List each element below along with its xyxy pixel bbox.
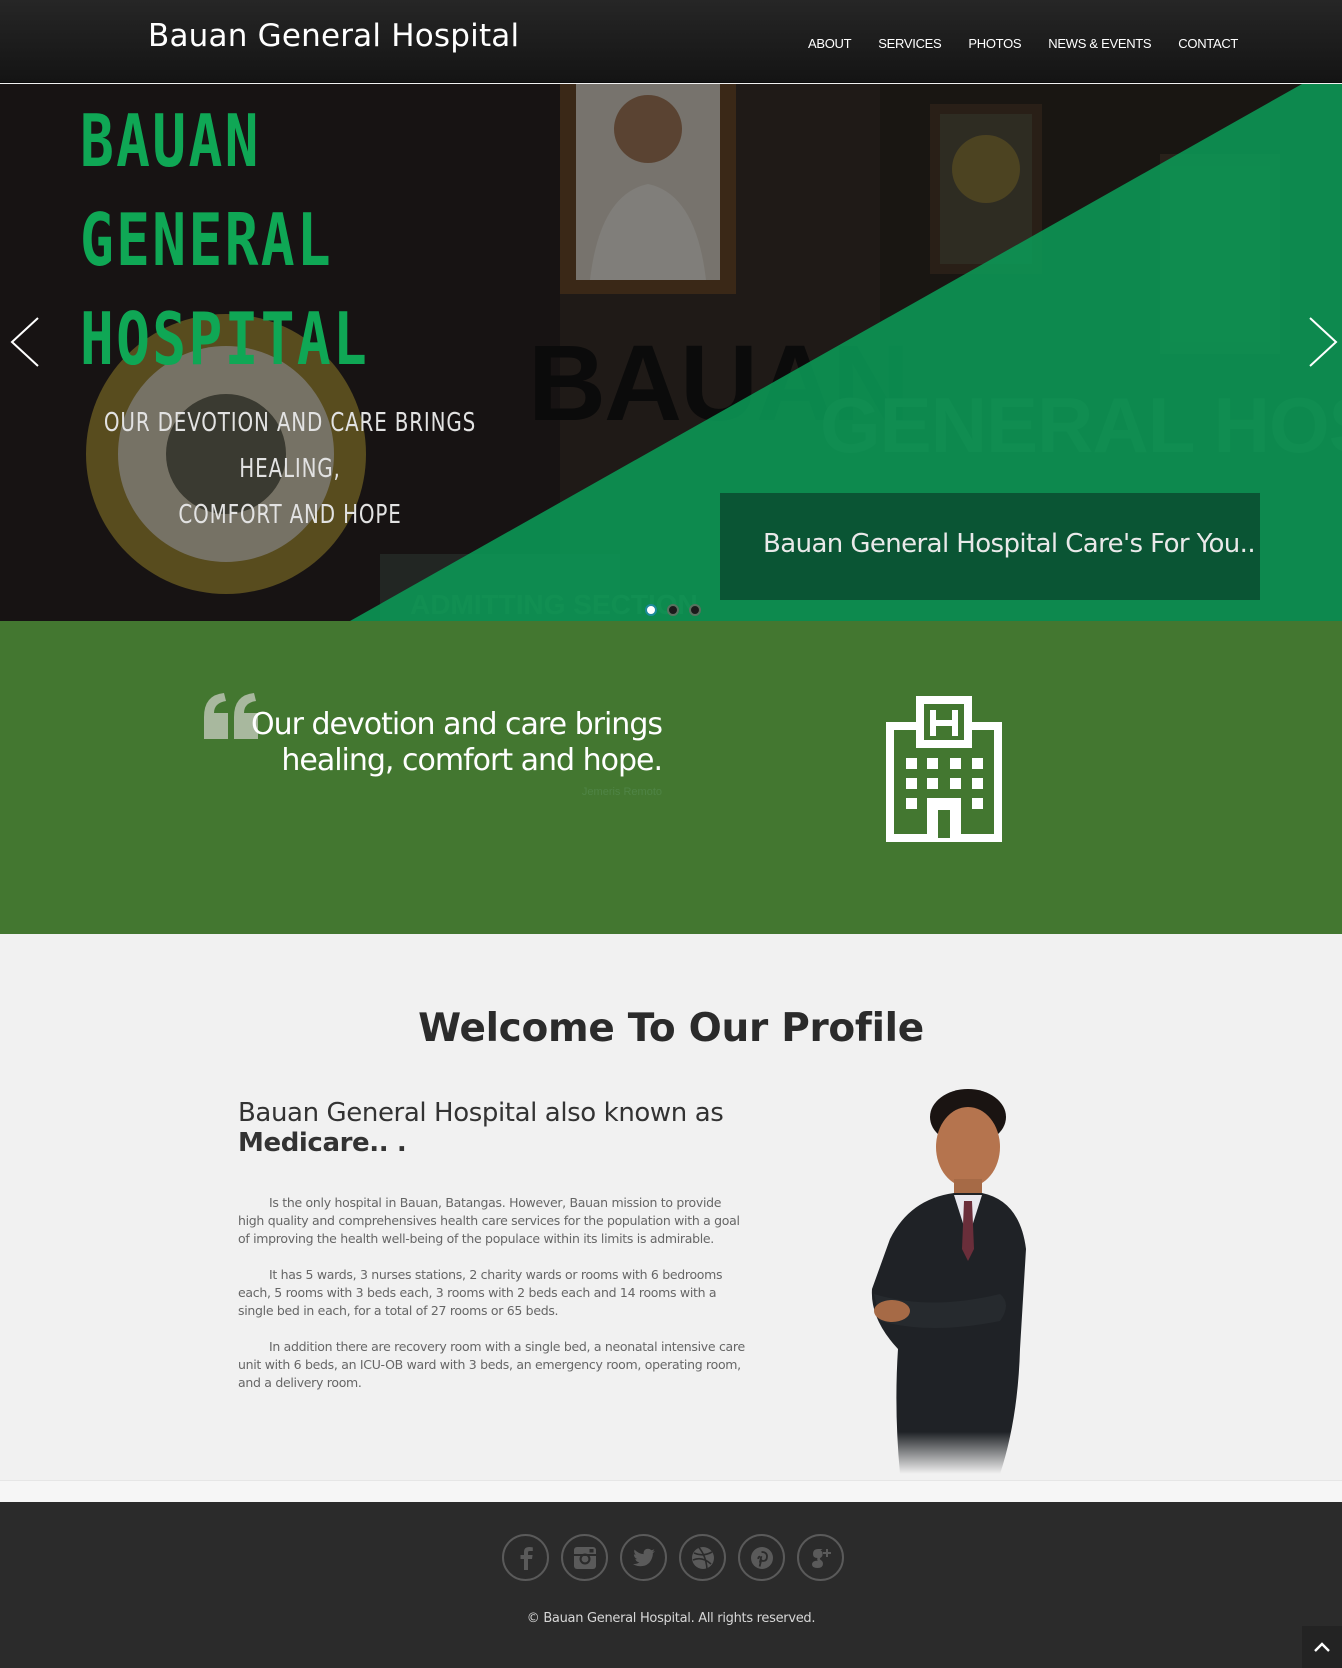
- slider-dots: [645, 604, 701, 616]
- director-portrait-image: [871, 1089, 1026, 1474]
- footer: © Bauan General Hospital. All rights res…: [0, 1502, 1342, 1668]
- profile-body: Is the only hospital in Bauan, Batangas.…: [238, 1194, 748, 1410]
- profile-section: Welcome To Our Profile Bauan General Hos…: [0, 934, 1342, 1480]
- scroll-to-top-button[interactable]: [1302, 1626, 1342, 1668]
- dribbble-icon[interactable]: [679, 1534, 726, 1581]
- slider-dot-1[interactable]: [645, 604, 657, 616]
- social-links: [502, 1534, 844, 1581]
- hero-title: BAUAN GENERAL HOSPITAL: [80, 92, 423, 389]
- slider-dot-3[interactable]: [689, 604, 701, 616]
- slider-prev-icon[interactable]: [8, 314, 42, 370]
- brand-logo-link[interactable]: Bauan General Hospital: [148, 18, 519, 54]
- hero-tagline-line: OUR DEVOTION AND CARE BRINGS HEALING,: [103, 408, 477, 484]
- hospital-building-icon: [886, 696, 1002, 842]
- facebook-icon[interactable]: [502, 1534, 549, 1581]
- chevron-up-icon: [1314, 1642, 1330, 1652]
- quote-citation: Jemeris Remoto: [581, 786, 662, 798]
- hero-tagline: OUR DEVOTION AND CARE BRINGS HEALING, CO…: [95, 400, 486, 538]
- hero-title-line: BAUAN: [80, 99, 261, 183]
- quote-section: Our devotion and care brings healing, co…: [0, 621, 1342, 934]
- quote-text: Our devotion and care brings healing, co…: [250, 707, 663, 779]
- pinterest-icon[interactable]: [738, 1534, 785, 1581]
- main-nav: ABOUT SERVICES PHOTOS NEWS & EVENTS CONT…: [808, 36, 1265, 51]
- instagram-icon[interactable]: [561, 1534, 608, 1581]
- profile-paragraph: Is the only hospital in Bauan, Batangas.…: [238, 1195, 740, 1246]
- twitter-icon[interactable]: [620, 1534, 667, 1581]
- profile-paragraph: In addition there are recovery room with…: [238, 1339, 745, 1390]
- hero-tagline-line: COMFORT AND HOPE: [178, 500, 402, 530]
- slider-dot-2[interactable]: [667, 604, 679, 616]
- hero-title-line: GENERAL: [80, 198, 334, 282]
- profile-subheading: Bauan General Hospital also known as Med…: [238, 1098, 758, 1158]
- hero-caption-text: Bauan General Hospital Care's For You..: [763, 529, 1256, 559]
- quote-line: healing, comfort and hope.: [281, 743, 663, 778]
- nav-services[interactable]: SERVICES: [878, 36, 941, 51]
- google-plus-icon[interactable]: [797, 1534, 844, 1581]
- navbar: Bauan General Hospital ABOUT SERVICES PH…: [0, 0, 1342, 83]
- slider-next-icon[interactable]: [1306, 314, 1340, 370]
- hero-slider: BAUAN GENERAL HOSPITAL ADMITTING SECTION…: [0, 84, 1342, 621]
- quote-line: Our devotion and care brings: [250, 707, 663, 742]
- profile-subheading-bold: Medicare.. .: [238, 1128, 407, 1158]
- nav-about[interactable]: ABOUT: [808, 36, 852, 51]
- hero-caption-box: Bauan General Hospital Care's For You..: [720, 493, 1260, 600]
- nav-photos[interactable]: PHOTOS: [968, 36, 1021, 51]
- profile-subheading-text: Bauan General Hospital also known as: [238, 1098, 724, 1128]
- profile-heading: Welcome To Our Profile: [418, 1006, 924, 1051]
- profile-paragraph: It has 5 wards, 3 nurses stations, 2 cha…: [238, 1267, 723, 1318]
- hero-title-line: HOSPITAL: [80, 297, 370, 381]
- section-divider: [0, 1480, 1342, 1502]
- nav-news-events[interactable]: NEWS & EVENTS: [1048, 36, 1151, 51]
- copyright-text: © Bauan General Hospital. All rights res…: [526, 1611, 816, 1626]
- nav-contact[interactable]: CONTACT: [1178, 36, 1238, 51]
